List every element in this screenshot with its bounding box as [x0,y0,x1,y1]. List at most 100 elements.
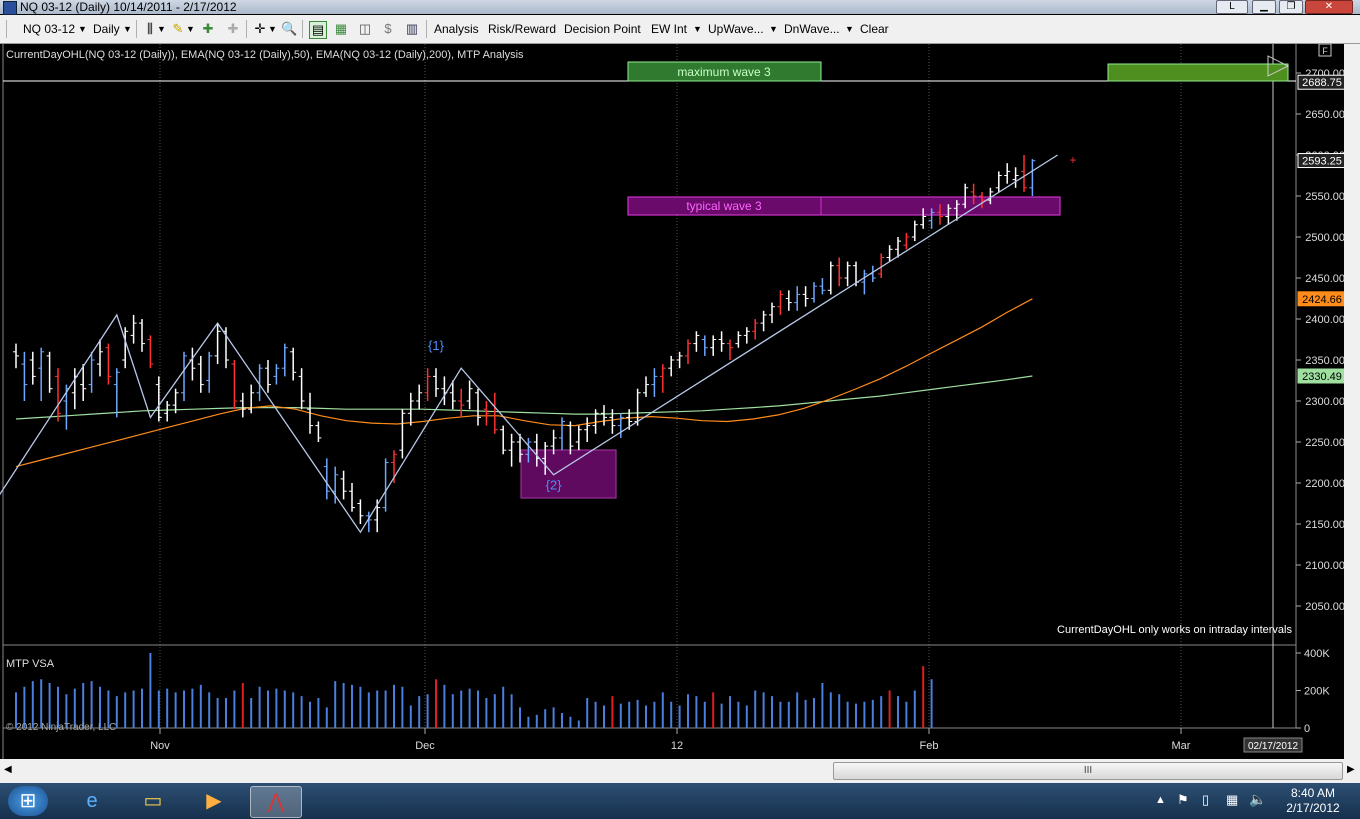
crosshair-icon[interactable]: ✛ [252,21,268,37]
ohlc-bar [181,351,187,401]
ohlc-bar [752,319,759,340]
chart-area[interactable]: maximum wave 3 typical wave 3 2050.00 210… [0,44,1344,759]
interval-selector[interactable]: Daily [93,21,120,37]
volume-panel-label: MTP VSA [6,658,55,670]
minimize-button[interactable]: ▁ [1252,0,1276,14]
pencil-draw-icon[interactable]: ✎ [170,21,186,37]
y-tick-label: 2050.00 [1305,601,1344,613]
ohlc-bar [643,376,649,397]
clock-time: 8:40 AM [1290,786,1336,800]
folder-icon: ▭ [143,790,163,812]
volume-y-tick-label: 200K [1304,686,1330,698]
removable-device-icon[interactable]: ▯ [1202,792,1209,808]
analysis-menu[interactable]: Analysis [434,21,479,37]
ohlc-bar [265,360,271,393]
horizontal-scrollbar[interactable]: ◀ III ▶ [0,759,1360,783]
windows-taskbar: ⊞ e ▭ ▶ ⋀ ▲ ⚑ ▯ ▦ 🔈 8:40 AM 2/17/2012 [0,783,1360,819]
upwave-dropdown-icon[interactable]: ▼ [769,21,778,37]
system-clock[interactable]: 8:40 AM 2/17/2012 [1278,786,1348,816]
ohlc-bar [911,220,918,242]
ohlc-bar [584,417,591,442]
volume-icon[interactable]: 🔈 [1249,791,1266,808]
chart-trader-icon[interactable]: ▤ [309,21,327,39]
taskbar-explorer[interactable]: ▭ [131,786,175,816]
ohlc-bar [794,286,801,311]
ohlc-bar [718,331,725,352]
close-button[interactable]: ✕ [1305,0,1353,14]
scroll-left-arrow[interactable]: ◀ [4,764,12,775]
show-hidden-icons[interactable]: ▲ [1155,794,1166,806]
y-tick-label: 2500.00 [1305,232,1344,244]
upwave-menu[interactable]: UpWave... [708,21,764,37]
max-wave3-box-right [1107,63,1289,82]
ohlc-bar [508,433,515,467]
interval-dropdown-icon[interactable]: ▼ [123,21,132,37]
y-tick-label: 2350.00 [1305,355,1344,367]
window-title: NQ 03-12 (Daily) 10/14/2011 - 2/17/2012 [20,0,237,14]
scrollbar-thumb[interactable]: III [833,762,1343,780]
ohlc-bar [189,347,196,381]
toolbar-grip [6,20,7,38]
decision-point-menu[interactable]: Decision Point [564,21,641,37]
ohlc-bar [886,245,893,262]
time-axis: Nov Dec 12 Feb Mar 02/17/2012 [150,728,1303,753]
x-tick-label: Feb [920,740,939,752]
ohlc-bar [416,384,423,410]
ohlc-bar [769,302,775,324]
price-chart[interactable]: maximum wave 3 typical wave 3 2050.00 210… [0,44,1344,759]
crosshair-dropdown-icon[interactable]: ▼ [268,21,277,37]
f-button-label: F [1322,46,1328,56]
network-icon[interactable]: ▦ [1226,792,1238,808]
restore-label-button[interactable]: L [1216,0,1248,14]
y-tick-label: 2450.00 [1305,273,1344,285]
ohlc-bar [575,425,582,451]
ohlc-bar [147,335,154,369]
dnwave-menu[interactable]: DnWave... [784,21,840,37]
draw-dropdown-icon[interactable]: ▼ [186,21,195,37]
taskbar-media-player[interactable]: ▶ [192,786,236,816]
data-box-icon[interactable]: ▦ [333,21,349,37]
ohlc-bar [71,368,78,410]
toolbar-separator [302,20,303,38]
ohlc-bar [206,351,213,393]
ema200-group [15,375,1033,420]
ohlc-bar [315,421,322,442]
bar-style-dropdown-icon[interactable]: ▼ [157,21,166,37]
taskbar-internet-explorer[interactable]: e [70,786,114,816]
price-flag-label: 2688.75 [1302,77,1342,89]
properties-icon[interactable]: ▥ [404,21,420,37]
y-tick-label: 2550.00 [1305,191,1344,203]
maximize-button[interactable]: ❐ [1279,0,1303,14]
ohlc-bar [139,319,145,352]
ohlc-bar [861,269,868,295]
x-tick-label: Nov [150,740,170,752]
window-titlebar: NQ 03-12 (Daily) 10/14/2011 - 2/17/2012 … [0,0,1360,15]
ohlc-bar [811,282,817,303]
clock-date: 2/17/2012 [1286,801,1340,815]
indicators-icon[interactable]: ◫ [357,21,373,37]
dnwave-dropdown-icon[interactable]: ▼ [845,21,854,37]
disabled-tool-icon[interactable]: ✚ [225,21,241,37]
attach-order-icon[interactable]: ✚ [200,21,216,37]
ew-int-dropdown-icon[interactable]: ▼ [693,21,702,37]
ohlc-bar [1021,155,1027,192]
ohlc-bar [802,286,809,307]
action-center-icon[interactable]: ⚑ [1177,792,1189,808]
start-button[interactable]: ⊞ [8,786,48,816]
ew-int-menu[interactable]: EW Int [651,21,687,37]
bar-style-icon[interactable]: ⫼ [142,21,158,37]
volume-bars [15,653,933,728]
ohlc-bar [130,314,137,344]
ohlc-bar [13,343,19,369]
instrument-selector[interactable]: NQ 03-12 [23,21,75,37]
taskbar-ninjatrader[interactable]: ⋀ [250,786,302,818]
ohlc-bar [995,171,1002,192]
instrument-dropdown-icon[interactable]: ▼ [78,21,87,37]
clear-button[interactable]: Clear [860,21,889,37]
strategies-icon[interactable]: $ [380,21,396,37]
scroll-right-arrow[interactable]: ▶ [1347,764,1355,775]
zoom-icon[interactable]: 🔍 [281,21,297,37]
risk-reward-menu[interactable]: Risk/Reward [488,21,556,37]
wave2-box [520,449,617,499]
ohlc-bar [273,364,280,385]
